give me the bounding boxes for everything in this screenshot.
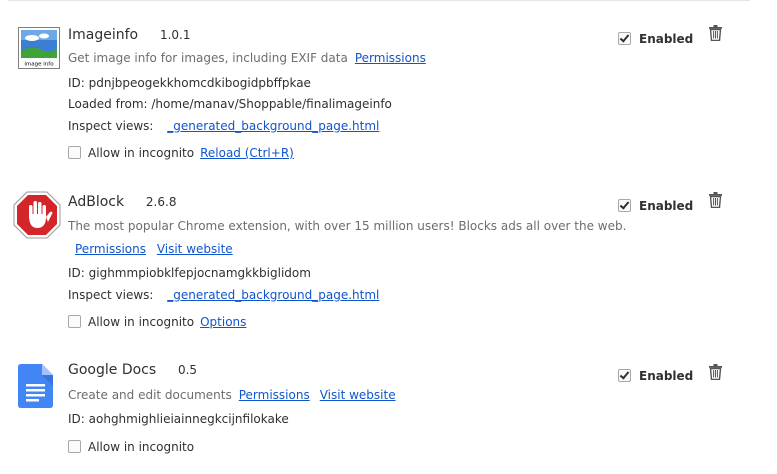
- permissions-link[interactable]: Permissions: [239, 388, 310, 402]
- inspect-views-label: Inspect views:: [68, 288, 154, 302]
- enabled-checkbox[interactable]: [618, 32, 631, 45]
- incognito-label: Allow in incognito: [88, 146, 195, 160]
- extension-title-row: AdBlock 2.6.8: [68, 194, 176, 214]
- extension-loaded-from: Loaded from: /home/manav/Shoppable/final…: [68, 97, 392, 111]
- extension-description-row: Create and edit documents Permissions Visi…: [68, 388, 396, 402]
- incognito-checkbox[interactable]: [68, 146, 81, 159]
- incognito-row: Allow in incognito: [68, 440, 194, 454]
- extension-version: 1.0.1: [159, 28, 191, 42]
- enabled-label: Enabled: [639, 32, 694, 46]
- enabled-label: Enabled: [639, 369, 694, 383]
- extension-version: 0.5: [177, 363, 198, 377]
- imageinfo-logo-text: image info: [24, 62, 54, 68]
- extension-description: Get image info for images, including EXI…: [68, 51, 348, 65]
- incognito-row: Allow in incognito Options: [68, 315, 246, 329]
- extension-version: 2.6.8: [145, 195, 177, 209]
- extension-id: ID: pdnjbpeogekkhomcdkibogidpbffpkae: [68, 76, 311, 90]
- permissions-link[interactable]: Permissions: [75, 242, 146, 256]
- trash-icon[interactable]: [709, 364, 722, 381]
- extension-description: The most popular Chrome extension, with …: [68, 219, 627, 233]
- inspect-views-row: Inspect views: _generated_background_pag…: [68, 119, 379, 133]
- incognito-label: Allow in incognito: [88, 440, 195, 454]
- enabled-toggle[interactable]: Enabled: [618, 369, 693, 383]
- enabled-checkbox[interactable]: [618, 199, 631, 212]
- incognito-label: Allow in incognito: [88, 315, 195, 329]
- permissions-link[interactable]: Permissions: [355, 51, 426, 65]
- extension-name: Google Docs: [68, 362, 157, 378]
- enabled-checkbox[interactable]: [618, 369, 631, 382]
- top-divider: [8, 0, 750, 1]
- extension-name: AdBlock: [68, 194, 125, 210]
- extension-id: ID: aohghmighlieiainnegkcijnfilokake: [68, 412, 289, 426]
- reload-link[interactable]: Reload (Ctrl+R): [200, 146, 294, 160]
- incognito-checkbox[interactable]: [68, 440, 81, 453]
- visit-website-link[interactable]: Visit website: [157, 242, 233, 256]
- extension-title-row: Imageinfo 1.0.1: [68, 27, 190, 47]
- background-page-link[interactable]: _generated_background_page.html: [167, 119, 379, 133]
- visit-website-link[interactable]: Visit website: [320, 388, 396, 402]
- google-docs-icon: [18, 364, 66, 412]
- extension-description: Create and edit documents: [68, 388, 232, 402]
- trash-icon[interactable]: [709, 192, 722, 209]
- enabled-label: Enabled: [639, 199, 694, 213]
- inspect-views-label: Inspect views:: [68, 119, 154, 133]
- extension-title-row: Google Docs 0.5: [68, 362, 197, 382]
- incognito-checkbox[interactable]: [68, 315, 81, 328]
- incognito-row: Allow in incognito Reload (Ctrl+R): [68, 146, 294, 160]
- enabled-toggle[interactable]: Enabled: [618, 199, 693, 213]
- extension-links-row: Permissions Visit website: [75, 242, 233, 256]
- enabled-toggle[interactable]: Enabled: [618, 32, 693, 46]
- inspect-views-row: Inspect views: _generated_background_pag…: [68, 288, 379, 302]
- imageinfo-logo-icon: image info: [16, 27, 64, 75]
- trash-icon[interactable]: [709, 25, 722, 42]
- options-link[interactable]: Options: [200, 315, 246, 329]
- extension-name: Imageinfo: [68, 27, 139, 43]
- background-page-link[interactable]: _generated_background_page.html: [167, 288, 379, 302]
- extension-description-row: Get image info for images, including EXI…: [68, 51, 426, 65]
- adblock-stop-hand-icon: [12, 190, 61, 239]
- extension-id: ID: gighmmpiobklfepjocnamgkkbiglidom: [68, 266, 311, 280]
